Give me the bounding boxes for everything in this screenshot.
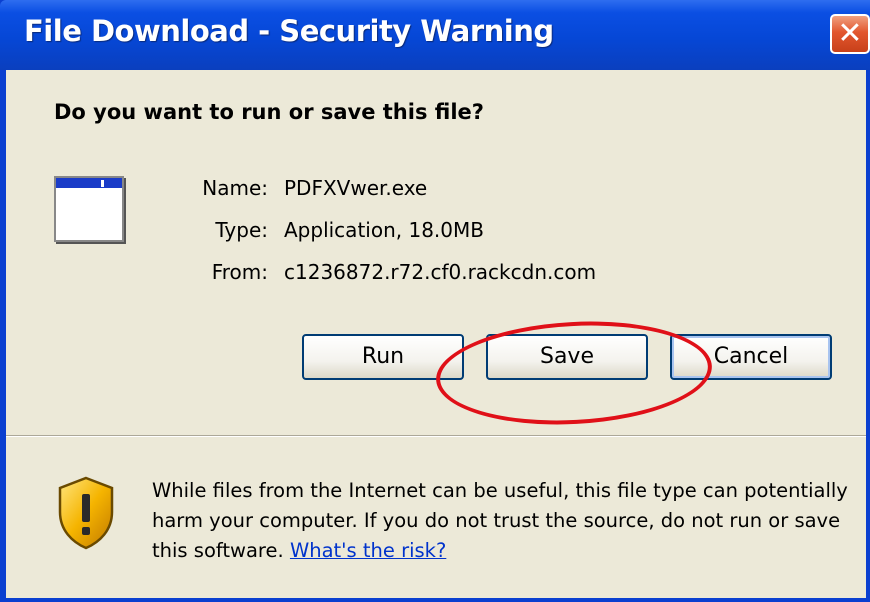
run-button[interactable]: Run [302, 334, 464, 380]
type-label: Type: [215, 218, 268, 242]
name-label: Name: [202, 176, 268, 200]
from-label: From: [211, 260, 268, 284]
name-value: PDFXVwer.exe [284, 176, 428, 200]
divider [6, 435, 866, 437]
download-dialog: File Download - Security Warning ✕ Do yo… [0, 0, 870, 602]
save-button[interactable]: Save [486, 334, 648, 380]
dialog-question: Do you want to run or save this file? [54, 100, 484, 124]
type-value: Application, 18.0MB [284, 218, 484, 242]
shield-warning-icon [58, 476, 114, 550]
whats-the-risk-link[interactable]: What's the risk? [290, 539, 446, 562]
from-value: c1236872.r72.cf0.rackcdn.com [284, 260, 597, 284]
title-bar[interactable]: File Download - Security Warning ✕ [0, 0, 870, 70]
close-icon: ✕ [837, 16, 863, 51]
close-button[interactable]: ✕ [830, 14, 870, 54]
cancel-button[interactable]: Cancel [670, 334, 832, 380]
warning-text: While files from the Internet can be use… [152, 479, 848, 562]
window-title: File Download - Security Warning [24, 14, 554, 48]
application-window-icon [54, 176, 124, 242]
warning-message: While files from the Internet can be use… [152, 476, 852, 566]
